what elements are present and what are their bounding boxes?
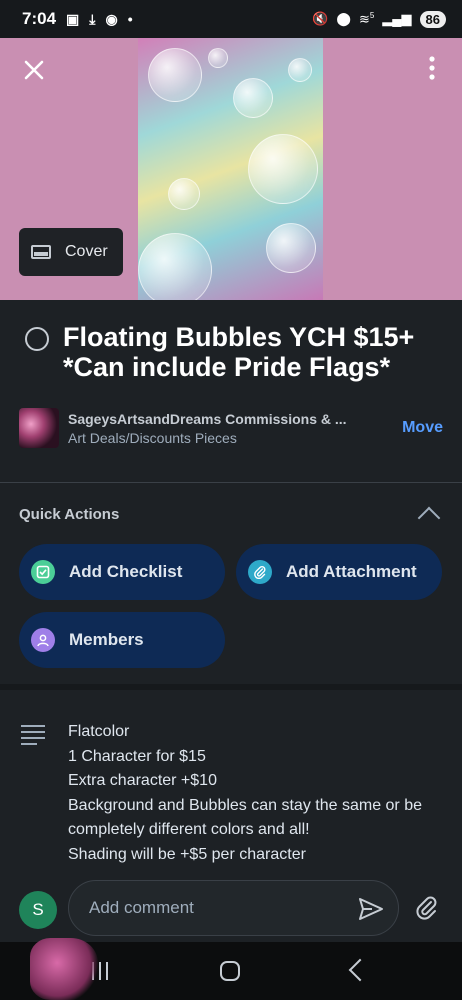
card-title[interactable]: Floating Bubbles YCH $15+ *Can include P… bbox=[63, 322, 445, 382]
list-name: Art Deals/Discounts Pieces bbox=[68, 429, 237, 446]
quick-actions-header[interactable]: Quick Actions bbox=[19, 502, 443, 530]
card-cover[interactable]: Cover bbox=[0, 38, 462, 300]
cover-button-label: Cover bbox=[65, 243, 108, 260]
avatar[interactable]: S bbox=[19, 891, 57, 929]
download-icon: ⤓ bbox=[89, 10, 96, 27]
screenshot-icon: ▣ bbox=[66, 10, 80, 27]
comment-bar: S bbox=[0, 874, 462, 942]
more-options-button[interactable] bbox=[422, 56, 442, 86]
board-name: SageysArtsandDreams Commissions & ... bbox=[68, 410, 347, 427]
description-line: Flatcolor bbox=[68, 723, 130, 740]
close-icon bbox=[24, 60, 44, 80]
comment-field[interactable] bbox=[68, 880, 399, 936]
comment-input[interactable] bbox=[87, 897, 341, 919]
description-line: Shading will be +$5 per character bbox=[68, 845, 306, 863]
board-thumbnail bbox=[19, 408, 59, 448]
floating-chat-bubble[interactable] bbox=[30, 938, 98, 1000]
location-icon: ⬤ bbox=[336, 11, 351, 26]
chevron-up-icon[interactable] bbox=[417, 506, 441, 530]
send-icon[interactable] bbox=[358, 897, 384, 921]
mute-icon: 🔇 bbox=[312, 11, 329, 26]
battery-indicator: 86 bbox=[419, 10, 446, 28]
checklist-icon bbox=[31, 560, 55, 584]
cover-image bbox=[138, 38, 323, 300]
person-icon bbox=[31, 628, 55, 652]
board-list-row: SageysArtsandDreams Commissions & ... Ar… bbox=[19, 408, 443, 448]
status-bar: 7:04 ▣ ⤓ ◉ • 🔇 ⬤ ≋5 ▂▄▆ 86 bbox=[0, 0, 462, 38]
move-button[interactable]: Move bbox=[402, 419, 443, 437]
more-vertical-icon bbox=[429, 56, 435, 80]
status-time: 7:04 bbox=[22, 9, 57, 28]
cover-button[interactable]: Cover bbox=[19, 228, 123, 276]
card-description[interactable]: Flatcolor 1 Character for $15 Extra char… bbox=[68, 720, 438, 867]
description-icon bbox=[21, 725, 45, 749]
description-line: 1 Character for $15 bbox=[68, 747, 206, 765]
back-button[interactable] bbox=[348, 958, 372, 982]
add-checklist-button[interactable]: Add Checklist bbox=[19, 544, 225, 600]
add-attachment-button[interactable]: Add Attachment bbox=[236, 544, 442, 600]
description-line: Extra character +$10 bbox=[68, 772, 217, 789]
description-line: Background and Bubbles can stay the same… bbox=[68, 796, 422, 839]
add-checklist-label: Add Checklist bbox=[69, 562, 183, 581]
divider bbox=[0, 482, 462, 483]
section-divider bbox=[0, 684, 462, 690]
add-attachment-label: Add Attachment bbox=[286, 562, 417, 581]
discord-icon: ◉ bbox=[105, 10, 118, 27]
members-button[interactable]: Members bbox=[19, 612, 225, 668]
cover-icon bbox=[31, 245, 51, 259]
paperclip-icon[interactable] bbox=[415, 896, 439, 922]
members-label: Members bbox=[69, 630, 144, 649]
complete-checkbox[interactable] bbox=[25, 327, 49, 351]
quick-actions-title: Quick Actions bbox=[19, 505, 120, 523]
card-title-row: Floating Bubbles YCH $15+ *Can include P… bbox=[25, 322, 445, 382]
wifi-icon: ≋5 bbox=[358, 10, 375, 27]
home-button[interactable] bbox=[220, 961, 240, 981]
close-button[interactable] bbox=[20, 58, 48, 86]
signal-icon: ▂▄▆ bbox=[382, 11, 412, 26]
paperclip-icon bbox=[248, 560, 272, 584]
dot-icon: • bbox=[127, 11, 133, 27]
